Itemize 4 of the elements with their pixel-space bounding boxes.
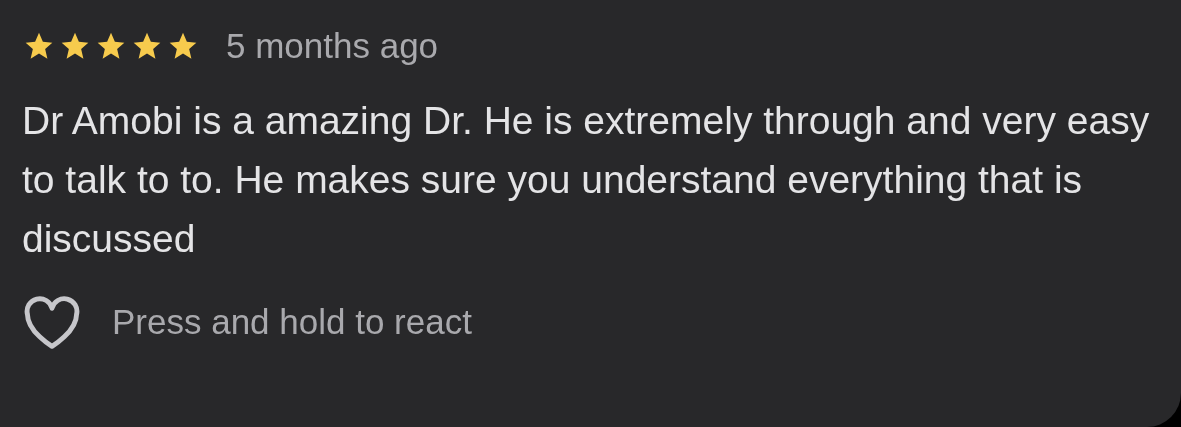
heart-icon[interactable] — [22, 295, 82, 350]
review-time: 5 months ago — [226, 25, 439, 67]
review-text: Dr Amobi is a amazing Dr. He is extremely through and very easy to talk to to. He makes sure you understand everything that is discussed — [22, 97, 1151, 262]
react-hint: Press and hold to react — [112, 301, 472, 344]
